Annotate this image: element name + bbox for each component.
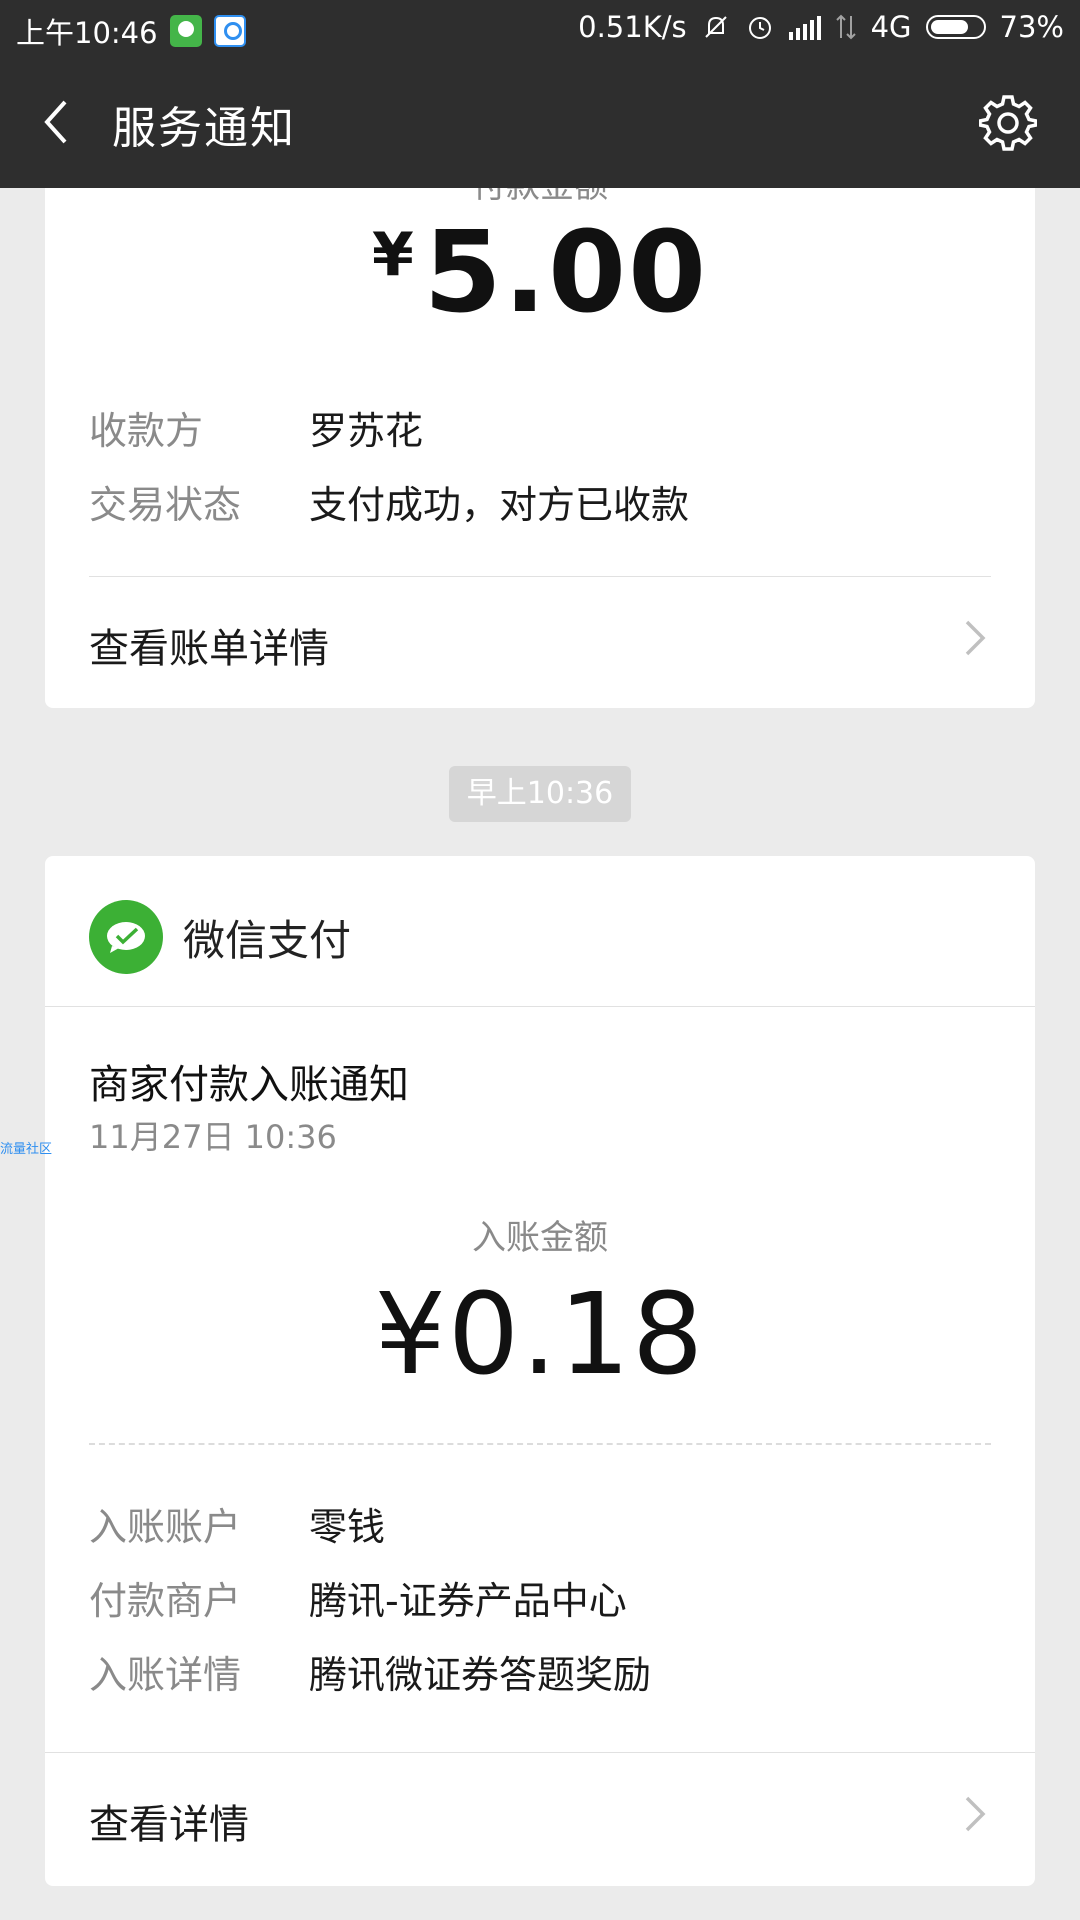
detail-key: 交易状态	[89, 483, 242, 527]
chevron-right-icon	[965, 620, 986, 656]
detail-value: 腾讯-证券产品中心	[309, 1579, 627, 1623]
divider	[89, 576, 991, 577]
network-type: 4G	[870, 10, 912, 44]
detail-row: 交易状态 支付成功，对方已收款	[89, 474, 689, 529]
signal-icon	[788, 14, 821, 40]
chevron-right-icon	[965, 1796, 986, 1832]
amount-label: 入账金额	[472, 1218, 608, 1258]
detail-row: 收款方 罗苏花	[89, 400, 423, 455]
wechat-pay-logo-icon	[89, 900, 163, 974]
payment-amount: ¥5.00	[45, 208, 1035, 338]
detail-row: 入账详情 腾讯微证券答题奖励	[89, 1644, 651, 1699]
mute-bell-icon	[704, 16, 727, 38]
title-bar: 服务通知	[0, 56, 1080, 188]
detail-key: 收款方	[89, 409, 204, 453]
detail-value: 罗苏花	[309, 409, 424, 453]
payment-notice-card: 付款金额 ¥5.00 收款方 罗苏花 交易状态 支付成功，对方已收款 查看账单详…	[45, 188, 1035, 708]
gear-icon	[979, 95, 1037, 151]
battery-percent: 73%	[999, 10, 1064, 44]
notice-title: 商家付款入账通知	[89, 1062, 409, 1108]
divider	[45, 1006, 1035, 1007]
detail-key: 付款商户	[89, 1579, 242, 1623]
income-notice-card: 微信支付 商家付款入账通知 11月27日 10:36 入账金额 ¥0.18 入账…	[45, 856, 1035, 1886]
link-label: 查看账单详情	[89, 626, 329, 672]
dashed-divider	[89, 1443, 991, 1445]
wechat-notification-icon	[169, 15, 202, 47]
settings-button[interactable]	[976, 90, 1040, 154]
detail-row: 入账账户 零钱	[89, 1496, 385, 1551]
detail-row: 付款商户 腾讯-证券产品中心	[89, 1570, 627, 1625]
net-speed: 0.51K/s	[578, 10, 687, 44]
app-notification-icon	[213, 15, 246, 47]
divider	[45, 1752, 1035, 1753]
back-button[interactable]	[24, 90, 88, 154]
amount-label: 付款金额	[45, 188, 1035, 207]
notice-date: 11月27日 10:36	[89, 1118, 337, 1156]
page-title: 服务通知	[112, 103, 296, 154]
status-bar: 上午10:46 0.51K/s 4G 73%	[0, 0, 1080, 56]
amount-value: 5.00	[423, 208, 709, 338]
edge-watermark-text: 流量社区	[0, 1142, 53, 1157]
chevron-left-icon	[44, 100, 67, 144]
status-time: 上午10:46	[16, 16, 158, 50]
detail-value: 腾讯微证券答题奖励	[309, 1653, 652, 1697]
income-amount: ¥0.18	[45, 1270, 1035, 1400]
message-list[interactable]: 付款金额 ¥5.00 收款方 罗苏花 交易状态 支付成功，对方已收款 查看账单详…	[0, 188, 1080, 1920]
detail-value: 支付成功，对方已收款	[309, 483, 690, 527]
timestamp-chip: 早上10:36	[449, 766, 631, 822]
brand-name: 微信支付	[183, 915, 352, 965]
data-transfer-icon	[835, 14, 856, 40]
view-details-link[interactable]: 查看详情	[45, 1756, 1035, 1876]
link-label: 查看详情	[89, 1802, 249, 1848]
detail-key: 入账详情	[89, 1653, 242, 1697]
detail-value: 零钱	[309, 1505, 386, 1549]
currency-symbol: ¥	[371, 220, 414, 290]
brand-header: 微信支付	[89, 900, 351, 974]
alarm-icon	[748, 17, 771, 39]
battery-icon	[925, 15, 986, 39]
view-bill-details-link[interactable]: 查看账单详情	[45, 580, 1035, 700]
amount-value: ¥0.18	[374, 1270, 706, 1400]
detail-key: 入账账户	[89, 1505, 242, 1549]
